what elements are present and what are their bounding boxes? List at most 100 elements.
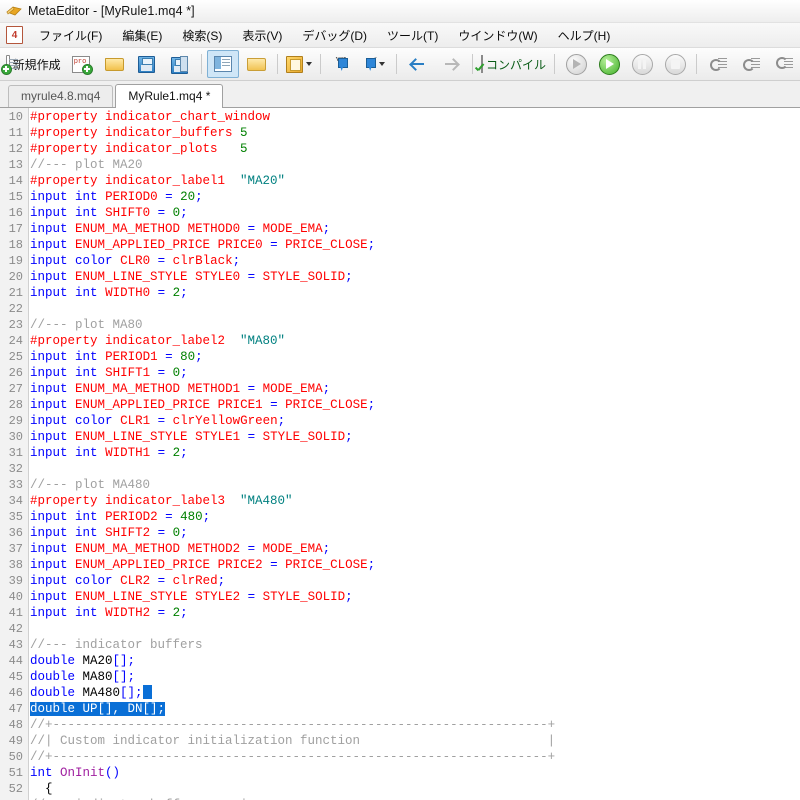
code-line[interactable]: 50 //+-----------------------------------… [0,749,800,765]
code-line[interactable]: 25 input int PERIOD1 = 80; [0,349,800,365]
step-over-button[interactable] [735,50,767,78]
back-button[interactable] [402,50,434,78]
code-line[interactable]: 52 { [0,781,800,797]
code-content[interactable]: 10 #property indicator_chart_window 11 #pro… [0,108,800,800]
toolbox-button[interactable] [240,50,272,78]
code-line[interactable]: 19 input color CLR0 = clrBlack; [0,253,800,269]
debug-run-button[interactable] [593,50,625,78]
open-button[interactable] [98,50,130,78]
forward-button[interactable] [435,50,467,78]
menu-view[interactable]: 表示(V) [232,24,292,47]
tab-myrule48[interactable]: myrule4.8.mq4 [8,85,114,107]
mq4-document-icon[interactable]: 4 [6,26,23,44]
compile-check-icon [480,55,483,73]
code-line[interactable]: 40 input ENUM_LINE_STYLE STYLE2 = STYLE_S… [0,589,800,605]
menu-help[interactable]: ヘルプ(H) [548,24,621,47]
step-into-button[interactable] [702,50,734,78]
code-line[interactable]: 47 double UP[], DN[]; [0,701,800,717]
code-line[interactable]: 24 #property indicator_label2 "MA80" [0,333,800,349]
code-token: STYLE0 [195,270,241,284]
code-token: input [30,414,68,428]
code-line[interactable]: 20 input ENUM_LINE_STYLE STYLE0 = STYLE_S… [0,269,800,285]
code-line[interactable]: 12 #property indicator_plots 5 [0,141,800,157]
navigator-button[interactable] [206,50,239,78]
code-line[interactable]: 13 //--- plot MA20 [0,157,800,173]
code-line[interactable]: 49 //| Custom indicator initialization fu… [0,733,800,749]
new-project-button[interactable]: pro [65,50,97,78]
code-line[interactable]: 33 //--- plot MA480 [0,477,800,493]
line-number: 27 [8,382,23,396]
code-line[interactable]: 35 input int PERIOD2 = 480; [0,509,800,525]
code-token: = [150,526,173,540]
save-all-button[interactable] [164,50,196,78]
code-line[interactable]: 51 int OnInit() [0,765,800,781]
code-line[interactable]: 23 //--- plot MA80 [0,317,800,333]
code-line[interactable]: 37 input ENUM_MA_METHOD METHOD2 = MODE_EM… [0,541,800,557]
code-line[interactable]: 38 input ENUM_APPLIED_PRICE PRICE2 = PRIC… [0,557,800,573]
menu-debug[interactable]: デバッグ(D) [292,24,377,47]
code-line[interactable]: 39 input color CLR2 = clrRed; [0,573,800,589]
code-line[interactable]: 42 [0,621,800,637]
line-number: 16 [8,206,23,220]
step-out-button[interactable] [768,50,800,78]
menu-file[interactable]: ファイル(F) [29,24,112,47]
code-line[interactable]: 16 input int SHIFT0 = 0; [0,205,800,221]
code-line[interactable]: 28 input ENUM_APPLIED_PRICE PRICE1 = PRIC… [0,397,800,413]
watch-function-button[interactable]: f [359,50,391,78]
code-token: clrYellowGreen [172,414,278,428]
code-line[interactable]: 15 input int PERIOD0 = 20; [0,189,800,205]
code-line[interactable]: 27 input ENUM_MA_METHOD METHOD1 = MODE_EM… [0,381,800,397]
code-line[interactable]: 48 //+-----------------------------------… [0,717,800,733]
code-line[interactable]: 30 input ENUM_LINE_STYLE STYLE1 = STYLE_S… [0,429,800,445]
dictionary-button[interactable] [283,50,315,78]
code-line[interactable]: 44 double MA20[]; [0,653,800,669]
chevron-down-icon[interactable] [305,62,312,66]
debug-pause-button[interactable] [626,50,658,78]
play-circle-icon [598,53,620,75]
menu-search[interactable]: 検索(S) [172,24,232,47]
code-line[interactable]: 34 #property indicator_label3 "MA480" [0,493,800,509]
code-text: //--- plot MA20 [30,157,143,173]
menu-window[interactable]: ウインドウ(W) [448,24,547,47]
code-token: []; [112,670,136,684]
code-line[interactable]: 26 input int SHIFT1 = 0; [0,365,800,381]
document-tab-strip: myrule4.8.mq4 MyRule1.mq4 * [0,81,800,108]
code-line[interactable]: 22 [0,301,800,317]
menu-tools[interactable]: ツール(T) [377,24,448,47]
code-token: indicator_label1 [97,174,241,188]
code-line[interactable]: 45 double MA80[]; [0,669,800,685]
debug-restart-button[interactable] [560,50,592,78]
code-token: ; [180,526,188,540]
code-line[interactable]: 36 input int SHIFT2 = 0; [0,525,800,541]
save-button[interactable] [131,50,163,78]
debug-stop-button[interactable] [659,50,691,78]
code-line[interactable]: 18 input ENUM_APPLIED_PRICE PRICE0 = PRIC… [0,237,800,253]
new-file-button[interactable]: 新規作成 [0,50,64,78]
code-line[interactable]: 14 #property indicator_label1 "MA20" [0,173,800,189]
code-line[interactable]: 21 input int WIDTH0 = 2; [0,285,800,301]
line-number: 15 [8,190,23,204]
code-line[interactable]: 32 [0,461,800,477]
code-line[interactable]: 41 input int WIDTH2 = 2; [0,605,800,621]
code-line[interactable]: 10 #property indicator_chart_window [0,109,800,125]
code-line[interactable]: 43 //--- indicator buffers [0,637,800,653]
code-line[interactable]: 17 input ENUM_MA_METHOD METHOD0 = MODE_EM… [0,221,800,237]
code-token: input [30,542,68,556]
code-token: ; [180,366,188,380]
code-editor[interactable]: 10 #property indicator_chart_window 11 #pro… [0,108,800,800]
code-line[interactable]: 29 input color CLR1 = clrYellowGreen; [0,413,800,429]
code-line[interactable]: 46 double MA480[]; [0,685,800,701]
watch-variable-button[interactable]: var [326,50,358,78]
chevron-down-icon-2[interactable] [379,62,386,66]
compile-button[interactable]: コンパイル [478,50,549,78]
code-line[interactable]: 31 input int WIDTH1 = 2; [0,445,800,461]
menu-edit[interactable]: 編集(E) [112,24,172,47]
tab-myrule1[interactable]: MyRule1.mq4 * [115,84,224,108]
code-line[interactable]: 11 #property indicator_buffers 5 [0,125,800,141]
code-token: = [262,558,286,572]
